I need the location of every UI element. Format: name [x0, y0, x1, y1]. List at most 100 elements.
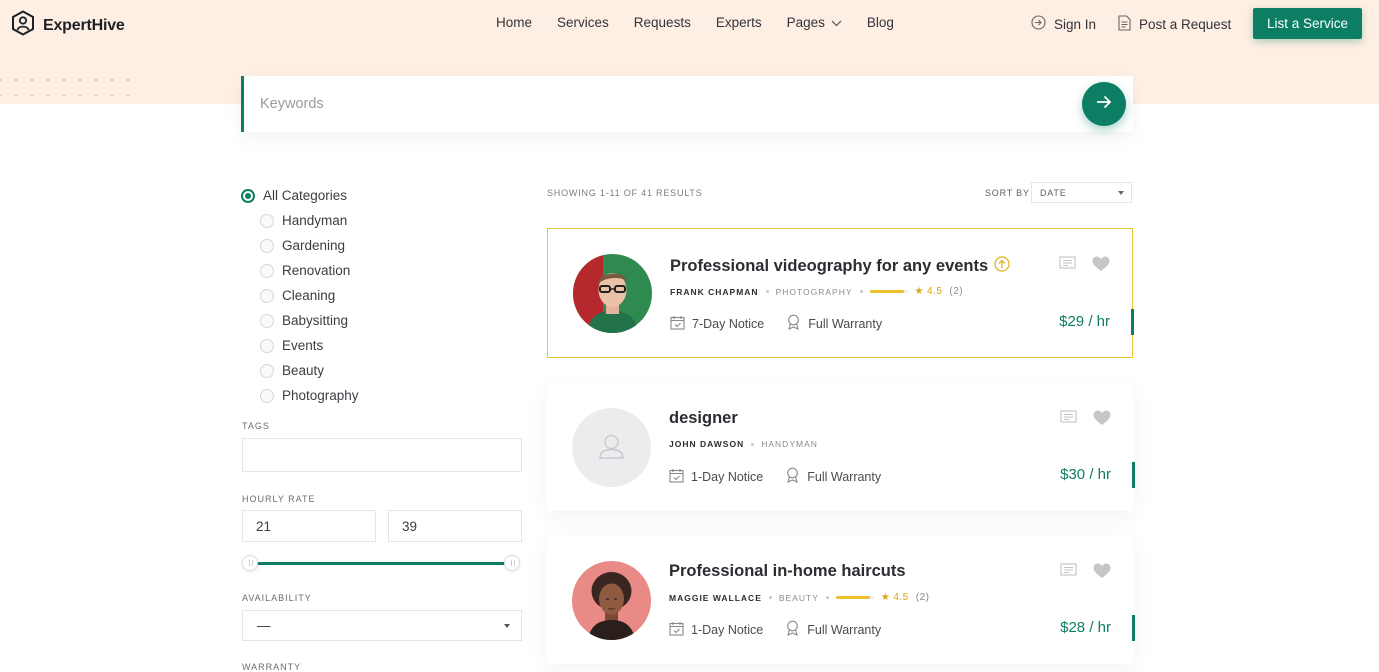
card-actions — [1060, 410, 1111, 431]
category-photography[interactable]: Photography — [241, 383, 523, 408]
caret-down-icon — [504, 624, 510, 628]
nav-blog[interactable]: Blog — [867, 15, 894, 30]
separator-dot — [751, 442, 755, 446]
card-actions — [1059, 256, 1110, 277]
category-name[interactable]: BEAUTY — [779, 593, 819, 603]
category-handyman[interactable]: Handyman — [241, 208, 523, 233]
keywords-input[interactable] — [260, 96, 1060, 112]
rate-slider-min-handle[interactable] — [242, 555, 258, 571]
tags-input[interactable] — [242, 438, 522, 472]
listing-title[interactable]: Professional videography for any events — [670, 256, 1010, 277]
message-icon[interactable] — [1059, 256, 1076, 277]
rate-slider-track[interactable] — [250, 562, 512, 565]
rate-max-input[interactable]: 39 — [388, 510, 522, 542]
sort-select[interactable]: DATE — [1031, 182, 1132, 203]
category-all[interactable]: All Categories — [241, 183, 523, 208]
category-label: Babysitting — [282, 313, 349, 328]
warranty-feature: Full Warranty — [785, 620, 881, 639]
listing-title-text: designer — [669, 409, 738, 427]
calendar-check-icon — [669, 468, 684, 486]
separator-dot — [768, 596, 772, 599]
sort-by-label: SORT BY — [985, 188, 1030, 198]
sign-in-label: Sign In — [1054, 16, 1097, 32]
radio[interactable] — [260, 313, 274, 328]
nav-services[interactable]: Services — [557, 15, 609, 30]
calendar-check-icon — [669, 621, 684, 639]
warranty-text: Full Warranty — [807, 469, 882, 484]
service-card[interactable]: designer JOHN DAWSON HANDYMAN 1-Day Noti… — [547, 383, 1135, 511]
calendar-check-icon — [670, 315, 685, 333]
radio[interactable] — [260, 263, 274, 278]
message-icon[interactable] — [1060, 410, 1077, 431]
list-service-button[interactable]: List a Service — [1253, 8, 1362, 39]
author-name[interactable]: FRANK CHAPMAN — [670, 287, 759, 297]
listing-price: $30 / hr — [1060, 466, 1111, 483]
category-events[interactable]: Events — [241, 333, 523, 358]
radio[interactable] — [260, 238, 274, 253]
sign-in-icon — [1031, 15, 1046, 33]
message-icon[interactable] — [1060, 563, 1077, 584]
category-label: Gardening — [282, 238, 346, 253]
separator-dot — [765, 290, 769, 293]
post-request-link[interactable]: Post a Request — [1118, 15, 1231, 34]
sort-value: DATE — [1040, 187, 1067, 198]
nav-requests[interactable]: Requests — [634, 15, 691, 30]
category-label: Photography — [282, 388, 359, 403]
award-icon — [785, 620, 800, 639]
category-label: All Categories — [263, 188, 348, 203]
rate-slider-max-handle[interactable] — [504, 555, 520, 571]
warranty-text: Full Warranty — [808, 316, 883, 331]
notice-feature: 1-Day Notice — [669, 468, 763, 486]
listing-title-text: Professional videography for any events — [670, 257, 989, 275]
service-card[interactable]: Professional videography for any events … — [547, 228, 1134, 358]
category-name[interactable]: PHOTOGRAPHY — [776, 287, 853, 297]
logo[interactable]: ExpertHive — [11, 10, 125, 41]
category-cleaning[interactable]: Cleaning — [241, 283, 523, 308]
category-name[interactable]: HANDYMAN — [761, 439, 818, 449]
availability-value: — — [257, 618, 271, 633]
listing-price: $29 / hr — [1059, 313, 1110, 330]
category-gardening[interactable]: Gardening — [241, 233, 523, 258]
category-renovation[interactable]: Renovation — [241, 258, 523, 283]
category-label: Renovation — [282, 263, 351, 278]
nav-home[interactable]: Home — [496, 15, 532, 30]
availability-select[interactable]: — — [242, 610, 522, 641]
heart-icon[interactable] — [1093, 563, 1111, 584]
radio-selected[interactable] — [241, 188, 255, 203]
avatar-placeholder — [572, 408, 651, 487]
listing-features: 1-Day Notice Full Warranty — [669, 620, 881, 639]
sign-in-link[interactable]: Sign In — [1031, 15, 1096, 33]
radio[interactable] — [260, 213, 274, 228]
listing-title[interactable]: designer — [669, 409, 738, 428]
radio[interactable] — [260, 388, 274, 403]
notice-text: 1-Day Notice — [691, 469, 764, 484]
search-submit-button[interactable] — [1082, 82, 1126, 126]
listing-features: 1-Day Notice Full Warranty — [669, 467, 881, 486]
post-request-label: Post a Request — [1139, 17, 1232, 32]
nav-experts[interactable]: Experts — [716, 15, 762, 30]
heart-icon[interactable] — [1093, 410, 1111, 431]
listing-meta: MAGGIE WALLACE BEAUTY ★ 4.5 (2) — [669, 592, 929, 603]
radio[interactable] — [260, 338, 274, 353]
search-bar — [241, 76, 1133, 132]
price-accent-bar — [1132, 462, 1135, 488]
listing-title[interactable]: Professional in-home haircuts — [669, 562, 906, 581]
category-label: Handyman — [282, 213, 348, 228]
heart-icon[interactable] — [1092, 256, 1110, 277]
category-babysitting[interactable]: Babysitting — [241, 308, 523, 333]
listing-title-text: Professional in-home haircuts — [669, 562, 906, 580]
caret-down-icon — [1118, 191, 1124, 195]
radio[interactable] — [260, 288, 274, 303]
decorative-dots — [0, 72, 130, 96]
separator-dot — [859, 290, 863, 293]
featured-arrow-up-icon — [994, 256, 1010, 277]
rating-count: (2) — [915, 592, 930, 603]
radio[interactable] — [260, 363, 274, 378]
author-name[interactable]: JOHN DAWSON — [669, 439, 744, 449]
rating-bar — [835, 596, 874, 599]
category-beauty[interactable]: Beauty — [241, 358, 523, 383]
service-card[interactable]: Professional in-home haircuts MAGGIE WAL… — [547, 536, 1135, 664]
author-name[interactable]: MAGGIE WALLACE — [669, 593, 762, 603]
rate-min-input[interactable]: 21 — [242, 510, 376, 542]
nav-pages[interactable]: Pages — [787, 15, 842, 30]
